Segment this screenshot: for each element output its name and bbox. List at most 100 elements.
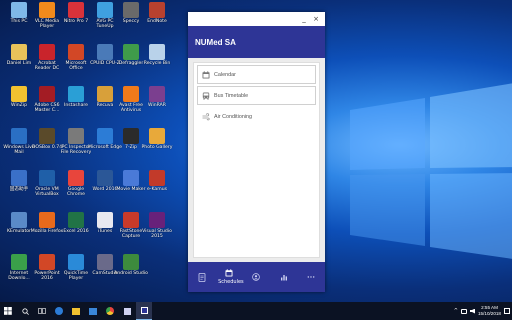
app-shortcut-icon (39, 254, 55, 270)
bottom-navigation: Schedules (188, 262, 325, 292)
document-icon (198, 272, 206, 282)
app-shortcut-icon (11, 254, 27, 270)
window-titlebar: _ × (188, 12, 325, 26)
app-shortcut-icon (97, 2, 113, 18)
menu-item-label: Calendar (214, 71, 236, 78)
search-icon (21, 307, 29, 315)
desktop-icon[interactable]: WinRAR (140, 86, 174, 108)
close-button[interactable]: × (310, 15, 322, 23)
nav-stats[interactable] (273, 273, 295, 281)
desktop-icon[interactable]: Photo Gallery (140, 128, 174, 150)
app-shortcut-icon (39, 128, 55, 144)
desktop-icon[interactable]: EndNote (140, 2, 174, 24)
desktop-icon-label: e-Kamus (146, 187, 167, 192)
menu-item-calendar[interactable]: Calendar (197, 65, 316, 84)
start-button[interactable] (0, 302, 16, 320)
task-view-icon (38, 308, 46, 314)
desktop-icon[interactable]: Android Studio (114, 254, 148, 276)
app-shortcut-icon (11, 44, 27, 60)
app-shortcut-icon (149, 2, 165, 18)
app-shortcut-icon (149, 212, 165, 228)
person-icon (252, 273, 261, 281)
app-shortcut-icon (97, 44, 113, 60)
wind-icon (201, 112, 210, 121)
app-shortcut-icon (123, 86, 139, 102)
nav-schedules[interactable]: Schedules (218, 269, 244, 285)
chrome-icon (106, 307, 114, 315)
app-shortcut-icon (68, 254, 84, 270)
windows-logo-wallpaper (350, 83, 512, 259)
app-body: Calendar Bus Timetable Air Conditioning (188, 58, 325, 262)
app-shortcut-icon (39, 170, 55, 186)
desktop-icon[interactable]: e-Kamus (140, 170, 174, 192)
taskbar-app[interactable] (102, 302, 118, 320)
minimize-button[interactable]: _ (298, 15, 310, 23)
network-icon[interactable] (461, 308, 467, 314)
store-icon (89, 307, 97, 315)
app-shortcut-icon (39, 2, 55, 18)
menu-card: Calendar Bus Timetable Air Conditioning (193, 62, 320, 258)
taskbar-search[interactable] (17, 302, 33, 320)
app-shortcut-icon (68, 212, 84, 228)
desktop-icon[interactable]: Visual Studio 2015 (140, 212, 174, 239)
system-tray: ^ 2:55 AM 15/10/2018 (454, 302, 510, 320)
app-shortcut-icon (11, 212, 27, 228)
app-shortcut-icon (11, 128, 27, 144)
clock[interactable]: 2:55 AM 15/10/2018 (478, 305, 501, 317)
app-shortcut-icon (149, 128, 165, 144)
app-shortcut-icon (11, 170, 27, 186)
app-icon (123, 307, 131, 315)
clock-date: 15/10/2018 (478, 311, 501, 316)
menu-item-bus-timetable[interactable]: Bus Timetable (197, 86, 316, 105)
desktop-icon-label: Android Studio (114, 271, 148, 276)
app-shortcut-icon (39, 86, 55, 102)
taskbar-app[interactable] (68, 302, 84, 320)
desktop-icon[interactable]: Recycle Bin (140, 44, 174, 66)
taskbar-app[interactable] (119, 302, 135, 320)
nav-schedules-label: Schedules (218, 279, 244, 285)
app-shortcut-icon (149, 44, 165, 60)
app-shortcut-icon (149, 170, 165, 186)
numed-app-icon (140, 307, 148, 314)
app-shortcut-icon (97, 86, 113, 102)
app-shortcut-icon (97, 170, 113, 186)
app-shortcut-icon (39, 44, 55, 60)
bus-icon (201, 91, 210, 100)
menu-item-air-conditioning[interactable]: Air Conditioning (197, 107, 316, 126)
taskbar-app[interactable] (51, 302, 67, 320)
desktop-icon-label: Visual Studio 2015 (142, 229, 172, 240)
app-shortcut-icon (68, 44, 84, 60)
app-shortcut-icon (68, 86, 84, 102)
app-shortcut-icon (97, 212, 113, 228)
task-view-button[interactable] (34, 302, 50, 320)
app-shortcut-icon (97, 128, 113, 144)
file-explorer-icon (72, 307, 80, 315)
app-window: _ × NUMed SA Calendar Bus Timetable Air … (188, 12, 325, 292)
nav-profile[interactable] (245, 273, 267, 281)
desktop-icon-label: Photo Gallery (141, 145, 173, 150)
app-shortcut-icon (11, 2, 27, 18)
nav-documents[interactable] (191, 272, 213, 282)
chevron-up-icon[interactable]: ^ (454, 308, 458, 314)
app-shortcut-icon (123, 128, 139, 144)
nav-more[interactable] (300, 275, 322, 279)
volume-icon[interactable] (470, 308, 475, 314)
app-shortcut-icon (68, 170, 84, 186)
desktop-icon-label: WinRAR (148, 103, 166, 108)
taskbar: ^ 2:55 AM 15/10/2018 (0, 302, 512, 320)
app-shortcut-icon (11, 86, 27, 102)
app-header: NUMed SA (188, 26, 325, 58)
app-shortcut-icon (123, 170, 139, 186)
app-shortcut-icon (39, 212, 55, 228)
app-shortcut-icon (68, 128, 84, 144)
app-title: NUMed SA (195, 37, 236, 47)
notification-icon[interactable] (504, 308, 510, 314)
windows-start-icon (4, 307, 12, 315)
taskbar-app[interactable] (85, 302, 101, 320)
app-shortcut-icon (149, 86, 165, 102)
edge-icon (55, 307, 63, 315)
app-shortcut-icon (97, 254, 113, 270)
menu-item-label: Bus Timetable (214, 92, 249, 99)
app-shortcut-icon (123, 212, 139, 228)
taskbar-app-active[interactable] (136, 302, 152, 320)
